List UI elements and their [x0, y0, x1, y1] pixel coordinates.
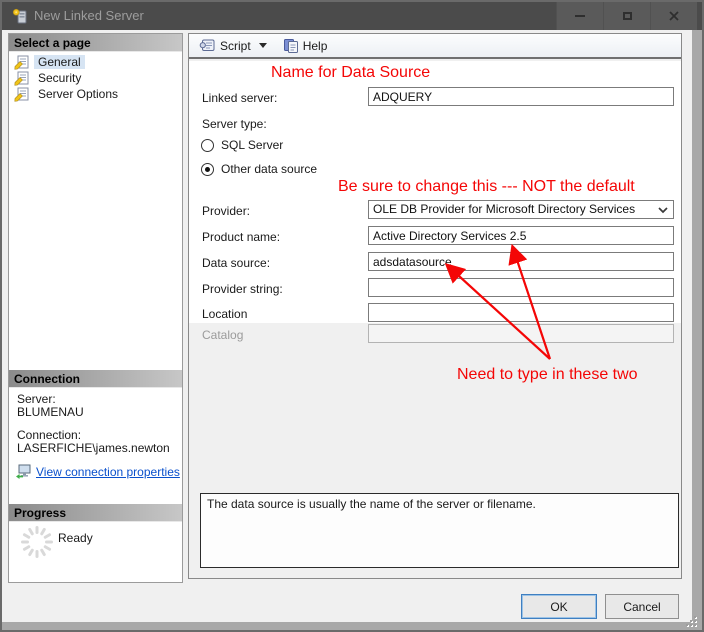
new-linked-server-dialog: New Linked Server Select a page General: [0, 0, 704, 632]
combo-chevron-icon: [658, 207, 668, 214]
field-help-box: The data source is usually the name of t…: [200, 493, 679, 568]
sidebar-item-server-options[interactable]: Server Options: [9, 86, 182, 102]
radio-sql-server-label: SQL Server: [221, 138, 284, 152]
sidebar-item-security[interactable]: Security: [9, 70, 182, 86]
page-icon: [14, 71, 29, 86]
resize-grip[interactable]: [686, 616, 696, 626]
close-icon: [669, 11, 679, 21]
script-dropdown-button[interactable]: [255, 35, 271, 56]
server-label: Server:: [17, 392, 56, 406]
maximize-button[interactable]: [603, 2, 650, 30]
cancel-button[interactable]: Cancel: [605, 594, 679, 619]
radio-sql-server[interactable]: SQL Server: [201, 138, 283, 152]
window-edge-bottom: [2, 622, 702, 630]
provider-string-label: Provider string:: [202, 282, 283, 296]
catalog-input: [368, 324, 674, 343]
sidebar-item-label: Server Options: [38, 87, 119, 101]
minimize-button[interactable]: [556, 2, 603, 30]
linked-server-input[interactable]: [368, 87, 674, 106]
maximize-icon: [622, 12, 632, 20]
script-button[interactable]: Script: [195, 35, 255, 56]
provider-label: Provider:: [202, 204, 251, 218]
provider-string-input[interactable]: [368, 278, 674, 297]
radio-circle: [201, 138, 214, 152]
select-a-page-header: Select a page: [9, 34, 182, 52]
location-label: Location: [202, 307, 248, 321]
annotation-type-these-two: Need to type in these two: [457, 366, 638, 383]
provider-selected-value: OLE DB Provider for Microsoft Directory …: [373, 202, 636, 216]
catalog-label: Catalog: [202, 328, 244, 342]
sidebar-item-general[interactable]: General: [9, 54, 182, 70]
sidebar-item-label: Security: [38, 71, 82, 85]
linked-server-label: Linked server:: [202, 91, 278, 105]
radio-other-data-source-label: Other data source: [221, 162, 318, 176]
server-type-label: Server type:: [202, 117, 267, 131]
connection-header: Connection: [9, 370, 182, 388]
page-selector-panel: Select a page General Security Server Op…: [8, 33, 183, 583]
minimize-icon: [575, 15, 585, 17]
radio-other-data-source[interactable]: Other data source: [201, 162, 317, 176]
progress-header: Progress: [9, 504, 182, 522]
close-button[interactable]: [650, 2, 697, 30]
server-value: BLUMENAU: [17, 405, 84, 419]
view-connection-properties-label: View connection properties: [36, 465, 180, 479]
connection-label: Connection:: [17, 428, 82, 442]
view-connection-properties-link[interactable]: View connection properties: [15, 464, 180, 480]
main-panel: Script Help Name for Data Source Be sure…: [188, 33, 682, 579]
spinner-icon: [21, 526, 53, 558]
radio-circle: [201, 162, 214, 176]
page-icon: [14, 55, 29, 70]
page-icon: [14, 87, 29, 102]
ok-button[interactable]: OK: [521, 594, 597, 619]
connection-properties-icon: [16, 464, 31, 479]
help-label: Help: [302, 38, 328, 53]
connection-value: LASERFICHE\james.newton: [17, 441, 170, 455]
data-source-label: Data source:: [202, 256, 271, 270]
window-edge-right: [692, 30, 702, 630]
window-title: New Linked Server: [34, 8, 144, 23]
dropdown-chevron-icon: [258, 43, 267, 48]
product-name-input[interactable]: [368, 226, 674, 245]
sidebar-item-label: General: [34, 55, 85, 69]
location-input[interactable]: [368, 303, 674, 322]
help-button[interactable]: Help: [279, 35, 332, 56]
help-icon: [283, 38, 298, 53]
script-label: Script: [220, 38, 251, 53]
progress-status: Ready: [58, 531, 93, 545]
annotation-change-default: Be sure to change this --- NOT the defau…: [338, 178, 635, 195]
toolbar: Script Help: [189, 34, 681, 59]
provider-select[interactable]: OLE DB Provider for Microsoft Directory …: [368, 200, 674, 219]
data-source-input[interactable]: [368, 252, 674, 271]
app-icon: [12, 8, 27, 24]
script-icon: [199, 39, 215, 51]
product-name-label: Product name:: [202, 230, 281, 244]
window-controls: [556, 2, 697, 30]
annotation-name-for-data-source: Name for Data Source: [271, 64, 431, 81]
titlebar: New Linked Server: [2, 2, 702, 30]
